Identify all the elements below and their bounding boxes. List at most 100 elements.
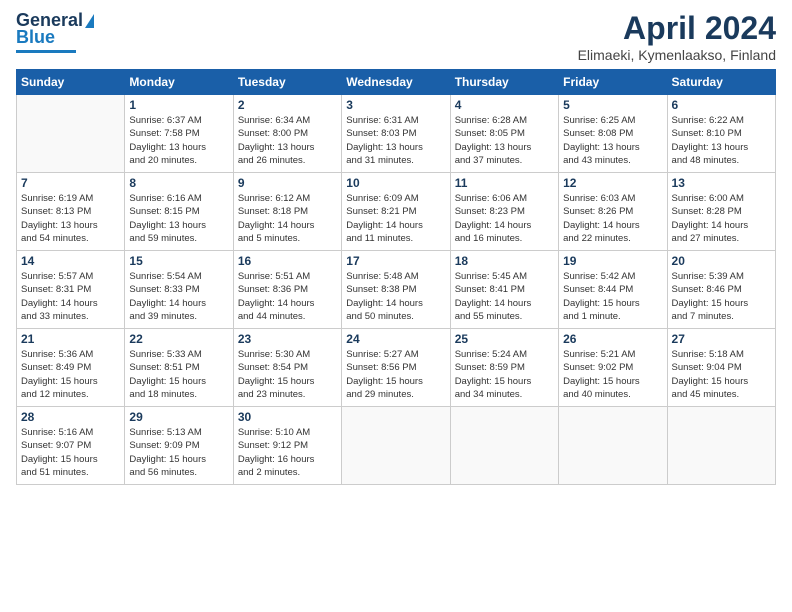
weekday-header-tuesday: Tuesday bbox=[233, 70, 341, 95]
month-year-title: April 2024 bbox=[578, 10, 776, 47]
day-cell: 8 Sunrise: 6:16 AM Sunset: 8:15 PM Daylig… bbox=[125, 173, 233, 251]
day-info: Sunrise: 6:34 AM Sunset: 8:00 PM Dayligh… bbox=[238, 114, 337, 167]
day-number: 2 bbox=[238, 98, 337, 112]
week-row-5: 28 Sunrise: 5:16 AM Sunset: 9:07 PM Dayli… bbox=[17, 407, 776, 485]
day-number: 28 bbox=[21, 410, 120, 424]
day-cell: 21 Sunrise: 5:36 AM Sunset: 8:49 PM Dayli… bbox=[17, 329, 125, 407]
page: General Blue April 2024 Elimaeki, Kymenl… bbox=[0, 0, 792, 612]
day-info: Sunrise: 5:30 AM Sunset: 8:54 PM Dayligh… bbox=[238, 348, 337, 401]
day-cell: 16 Sunrise: 5:51 AM Sunset: 8:36 PM Dayli… bbox=[233, 251, 341, 329]
day-cell bbox=[667, 407, 775, 485]
day-cell: 20Sunrise: 5:39 AM Sunset: 8:46 PM Dayli… bbox=[667, 251, 775, 329]
day-cell: 29 Sunrise: 5:13 AM Sunset: 9:09 PM Dayli… bbox=[125, 407, 233, 485]
weekday-header-friday: Friday bbox=[559, 70, 667, 95]
day-number: 25 bbox=[455, 332, 554, 346]
day-cell bbox=[342, 407, 450, 485]
day-cell: 25 Sunrise: 5:24 AM Sunset: 8:59 PM Dayli… bbox=[450, 329, 558, 407]
day-info: Sunrise: 6:06 AM Sunset: 8:23 PM Dayligh… bbox=[455, 192, 554, 245]
day-info: Sunrise: 5:18 AM Sunset: 9:04 PM Dayligh… bbox=[672, 348, 771, 401]
day-info: Sunrise: 5:21 AM Sunset: 9:02 PM Dayligh… bbox=[563, 348, 662, 401]
day-info: Sunrise: 6:00 AM Sunset: 8:28 PM Dayligh… bbox=[672, 192, 771, 245]
header: General Blue April 2024 Elimaeki, Kymenl… bbox=[16, 10, 776, 63]
day-number: 29 bbox=[129, 410, 228, 424]
day-info: Sunrise: 6:25 AM Sunset: 8:08 PM Dayligh… bbox=[563, 114, 662, 167]
weekday-header-monday: Monday bbox=[125, 70, 233, 95]
day-info: Sunrise: 5:39 AM Sunset: 8:46 PM Dayligh… bbox=[672, 270, 771, 323]
day-info: Sunrise: 5:48 AM Sunset: 8:38 PM Dayligh… bbox=[346, 270, 445, 323]
day-info: Sunrise: 5:57 AM Sunset: 8:31 PM Dayligh… bbox=[21, 270, 120, 323]
day-number: 8 bbox=[129, 176, 228, 190]
day-number: 9 bbox=[238, 176, 337, 190]
day-cell: 27Sunrise: 5:18 AM Sunset: 9:04 PM Dayli… bbox=[667, 329, 775, 407]
logo-triangle-icon bbox=[85, 14, 94, 28]
day-info: Sunrise: 6:09 AM Sunset: 8:21 PM Dayligh… bbox=[346, 192, 445, 245]
day-number: 24 bbox=[346, 332, 445, 346]
day-cell bbox=[559, 407, 667, 485]
day-number: 7 bbox=[21, 176, 120, 190]
day-cell: 19Sunrise: 5:42 AM Sunset: 8:44 PM Dayli… bbox=[559, 251, 667, 329]
day-cell: 12Sunrise: 6:03 AM Sunset: 8:26 PM Dayli… bbox=[559, 173, 667, 251]
day-number: 14 bbox=[21, 254, 120, 268]
day-info: Sunrise: 5:13 AM Sunset: 9:09 PM Dayligh… bbox=[129, 426, 228, 479]
weekday-header-saturday: Saturday bbox=[667, 70, 775, 95]
calendar-table: SundayMondayTuesdayWednesdayThursdayFrid… bbox=[16, 69, 776, 485]
day-cell: 30Sunrise: 5:10 AM Sunset: 9:12 PM Dayli… bbox=[233, 407, 341, 485]
day-info: Sunrise: 5:24 AM Sunset: 8:59 PM Dayligh… bbox=[455, 348, 554, 401]
day-info: Sunrise: 5:33 AM Sunset: 8:51 PM Dayligh… bbox=[129, 348, 228, 401]
day-info: Sunrise: 6:16 AM Sunset: 8:15 PM Dayligh… bbox=[129, 192, 228, 245]
day-number: 12 bbox=[563, 176, 662, 190]
day-cell: 6 Sunrise: 6:22 AM Sunset: 8:10 PM Daylig… bbox=[667, 95, 775, 173]
day-number: 22 bbox=[129, 332, 228, 346]
day-cell: 15 Sunrise: 5:54 AM Sunset: 8:33 PM Dayli… bbox=[125, 251, 233, 329]
day-cell: 24 Sunrise: 5:27 AM Sunset: 8:56 PM Dayli… bbox=[342, 329, 450, 407]
day-number: 23 bbox=[238, 332, 337, 346]
day-number: 21 bbox=[21, 332, 120, 346]
day-number: 10 bbox=[346, 176, 445, 190]
day-info: Sunrise: 6:19 AM Sunset: 8:13 PM Dayligh… bbox=[21, 192, 120, 245]
logo: General Blue bbox=[16, 10, 94, 53]
day-number: 18 bbox=[455, 254, 554, 268]
weekday-header-sunday: Sunday bbox=[17, 70, 125, 95]
day-number: 16 bbox=[238, 254, 337, 268]
day-number: 17 bbox=[346, 254, 445, 268]
week-row-2: 7 Sunrise: 6:19 AM Sunset: 8:13 PM Daylig… bbox=[17, 173, 776, 251]
day-number: 4 bbox=[455, 98, 554, 112]
day-cell: 10 Sunrise: 6:09 AM Sunset: 8:21 PM Dayli… bbox=[342, 173, 450, 251]
day-cell bbox=[17, 95, 125, 173]
weekday-header-wednesday: Wednesday bbox=[342, 70, 450, 95]
day-number: 15 bbox=[129, 254, 228, 268]
day-info: Sunrise: 5:36 AM Sunset: 8:49 PM Dayligh… bbox=[21, 348, 120, 401]
day-cell: 5Sunrise: 6:25 AM Sunset: 8:08 PM Daylig… bbox=[559, 95, 667, 173]
day-cell: 7 Sunrise: 6:19 AM Sunset: 8:13 PM Daylig… bbox=[17, 173, 125, 251]
day-number: 1 bbox=[129, 98, 228, 112]
day-cell: 2 Sunrise: 6:34 AM Sunset: 8:00 PM Daylig… bbox=[233, 95, 341, 173]
week-row-3: 14 Sunrise: 5:57 AM Sunset: 8:31 PM Dayli… bbox=[17, 251, 776, 329]
day-cell: 4 Sunrise: 6:28 AM Sunset: 8:05 PM Daylig… bbox=[450, 95, 558, 173]
day-info: Sunrise: 5:54 AM Sunset: 8:33 PM Dayligh… bbox=[129, 270, 228, 323]
day-cell: 22 Sunrise: 5:33 AM Sunset: 8:51 PM Dayli… bbox=[125, 329, 233, 407]
day-number: 30 bbox=[238, 410, 337, 424]
day-cell: 9Sunrise: 6:12 AM Sunset: 8:18 PM Daylig… bbox=[233, 173, 341, 251]
day-number: 19 bbox=[563, 254, 662, 268]
day-number: 26 bbox=[563, 332, 662, 346]
day-info: Sunrise: 6:37 AM Sunset: 7:58 PM Dayligh… bbox=[129, 114, 228, 167]
day-cell: 14 Sunrise: 5:57 AM Sunset: 8:31 PM Dayli… bbox=[17, 251, 125, 329]
day-info: Sunrise: 5:16 AM Sunset: 9:07 PM Dayligh… bbox=[21, 426, 120, 479]
day-cell: 18Sunrise: 5:45 AM Sunset: 8:41 PM Dayli… bbox=[450, 251, 558, 329]
logo-underline bbox=[16, 50, 76, 53]
day-info: Sunrise: 5:51 AM Sunset: 8:36 PM Dayligh… bbox=[238, 270, 337, 323]
day-info: Sunrise: 6:22 AM Sunset: 8:10 PM Dayligh… bbox=[672, 114, 771, 167]
day-cell: 3 Sunrise: 6:31 AM Sunset: 8:03 PM Daylig… bbox=[342, 95, 450, 173]
day-cell bbox=[450, 407, 558, 485]
weekday-header-row: SundayMondayTuesdayWednesdayThursdayFrid… bbox=[17, 70, 776, 95]
day-cell: 23 Sunrise: 5:30 AM Sunset: 8:54 PM Dayli… bbox=[233, 329, 341, 407]
day-cell: 26 Sunrise: 5:21 AM Sunset: 9:02 PM Dayli… bbox=[559, 329, 667, 407]
day-info: Sunrise: 6:28 AM Sunset: 8:05 PM Dayligh… bbox=[455, 114, 554, 167]
location-subtitle: Elimaeki, Kymenlaakso, Finland bbox=[578, 47, 776, 63]
weekday-header-thursday: Thursday bbox=[450, 70, 558, 95]
day-number: 6 bbox=[672, 98, 771, 112]
day-cell: 28 Sunrise: 5:16 AM Sunset: 9:07 PM Dayli… bbox=[17, 407, 125, 485]
day-number: 3 bbox=[346, 98, 445, 112]
day-info: Sunrise: 5:27 AM Sunset: 8:56 PM Dayligh… bbox=[346, 348, 445, 401]
day-info: Sunrise: 6:31 AM Sunset: 8:03 PM Dayligh… bbox=[346, 114, 445, 167]
